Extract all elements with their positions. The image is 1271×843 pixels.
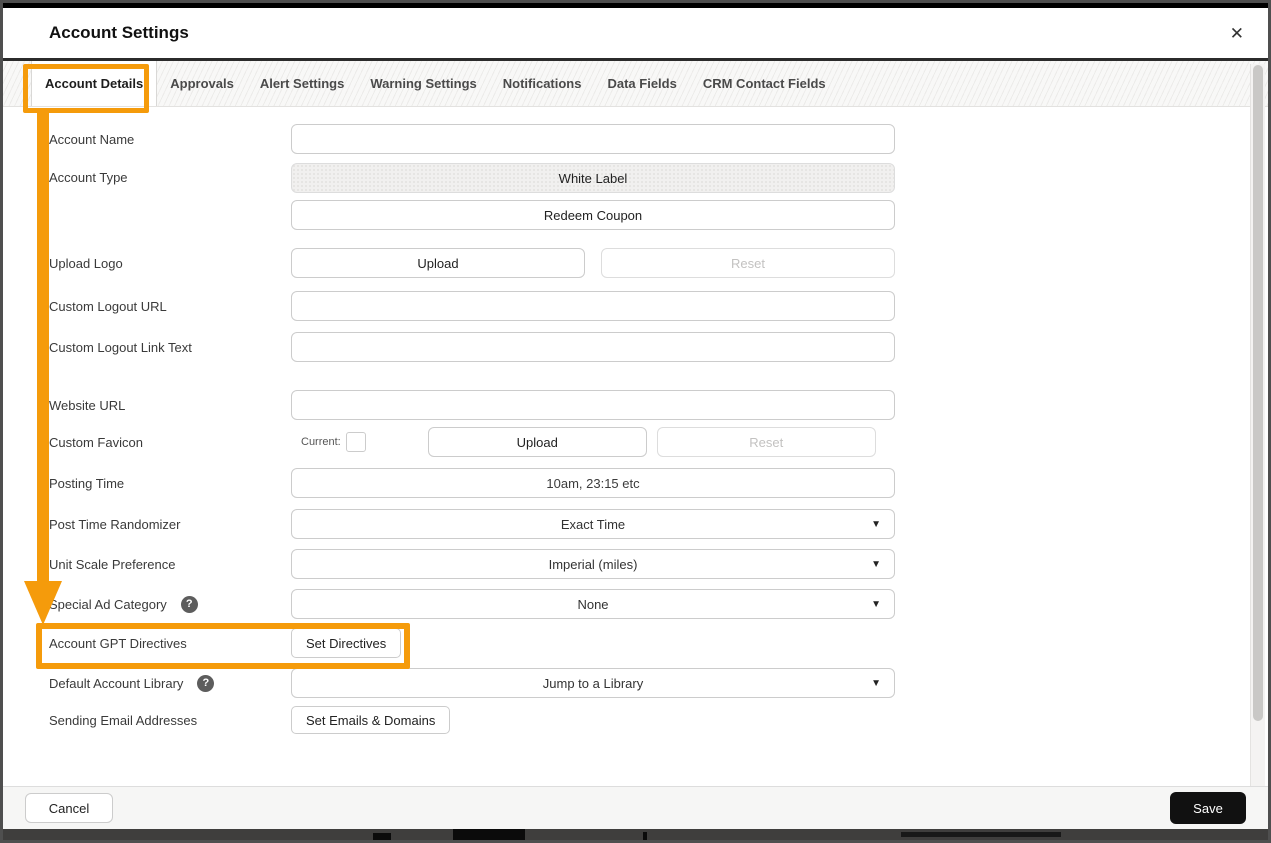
scrollbar-thumb[interactable]	[1253, 65, 1263, 721]
special-ad-category-label: Special Ad Category	[49, 597, 167, 612]
cancel-button[interactable]: Cancel	[25, 793, 113, 823]
default-account-library-select[interactable]: Jump to a Library ▼	[291, 668, 895, 698]
scrollbar-track[interactable]	[1250, 64, 1265, 786]
background-app-strip	[3, 829, 1268, 840]
account-gpt-directives-label: Account GPT Directives	[49, 636, 291, 651]
page-title: Account Settings	[49, 23, 189, 43]
custom-logout-link-text-row: Custom Logout Link Text	[3, 332, 1268, 362]
favicon-upload-button[interactable]: Upload	[428, 427, 647, 457]
white-label-button[interactable]: White Label	[291, 163, 895, 193]
posting-time-input[interactable]	[291, 468, 895, 498]
modal-header: Account Settings ✕	[3, 8, 1268, 61]
unit-scale-preference-value: Imperial (miles)	[549, 557, 638, 572]
tab-alert-settings[interactable]: Alert Settings	[247, 61, 358, 106]
special-ad-category-value: None	[577, 597, 608, 612]
favicon-preview-box	[346, 432, 366, 452]
favicon-reset-button[interactable]: Reset	[657, 427, 876, 457]
account-type-label: Account Type	[49, 163, 291, 193]
account-gpt-directives-row: Account GPT Directives Set Directives	[3, 628, 1268, 658]
sending-email-addresses-row: Sending Email Addresses Set Emails & Dom…	[3, 706, 1268, 734]
custom-favicon-label: Custom Favicon	[49, 435, 291, 450]
tab-warning-settings[interactable]: Warning Settings	[357, 61, 489, 106]
save-button[interactable]: Save	[1170, 792, 1246, 824]
account-settings-modal: Account Settings ✕ Account Details Appro…	[0, 0, 1271, 843]
tab-notifications[interactable]: Notifications	[490, 61, 595, 106]
help-icon[interactable]: ?	[197, 675, 214, 692]
favicon-current-label: Current:	[301, 436, 341, 448]
special-ad-category-row: Special Ad Category ? None ▼	[3, 589, 1268, 619]
tab-data-fields[interactable]: Data Fields	[594, 61, 689, 106]
default-account-library-label: Default Account Library	[49, 676, 183, 691]
custom-logout-url-input[interactable]	[291, 291, 895, 321]
custom-logout-link-text-input[interactable]	[291, 332, 895, 362]
post-time-randomizer-value: Exact Time	[561, 517, 625, 532]
posting-time-label: Posting Time	[49, 476, 291, 491]
unit-scale-preference-select[interactable]: Imperial (miles) ▼	[291, 549, 895, 579]
tab-bar: Account Details Approvals Alert Settings…	[3, 61, 1268, 107]
upload-logo-label: Upload Logo	[49, 256, 291, 271]
website-url-label: Website URL	[49, 398, 291, 413]
set-emails-domains-button[interactable]: Set Emails & Domains	[291, 706, 450, 734]
tab-account-details[interactable]: Account Details	[31, 61, 157, 106]
tab-approvals[interactable]: Approvals	[157, 61, 247, 106]
logo-reset-button[interactable]: Reset	[601, 248, 895, 278]
tab-crm-contact-fields[interactable]: CRM Contact Fields	[690, 61, 839, 106]
account-name-input[interactable]	[291, 124, 895, 154]
post-time-randomizer-row: Post Time Randomizer Exact Time ▼	[3, 509, 1268, 539]
redeem-coupon-button[interactable]: Redeem Coupon	[291, 200, 895, 230]
background-shape	[643, 832, 647, 840]
default-account-library-row: Default Account Library ? Jump to a Libr…	[3, 668, 1268, 698]
background-shape	[453, 829, 525, 840]
sending-email-addresses-label: Sending Email Addresses	[49, 713, 291, 728]
chevron-down-icon: ▼	[871, 678, 881, 689]
modal-footer: Cancel Save	[3, 786, 1268, 829]
account-type-row: Account Type White Label Redeem Coupon	[3, 163, 1268, 230]
custom-logout-url-label: Custom Logout URL	[49, 299, 291, 314]
post-time-randomizer-select[interactable]: Exact Time ▼	[291, 509, 895, 539]
website-url-input[interactable]	[291, 390, 895, 420]
account-name-row: Account Name	[3, 124, 1268, 154]
background-shape	[373, 833, 391, 840]
help-icon[interactable]: ?	[181, 596, 198, 613]
chevron-down-icon: ▼	[871, 559, 881, 570]
account-details-panel: Account Name Account Type White Label Re…	[3, 107, 1268, 783]
account-name-label: Account Name	[49, 132, 291, 147]
custom-logout-url-row: Custom Logout URL	[3, 291, 1268, 321]
chevron-down-icon: ▼	[871, 599, 881, 610]
unit-scale-preference-row: Unit Scale Preference Imperial (miles) ▼	[3, 549, 1268, 579]
upload-logo-row: Upload Logo Upload Reset	[3, 248, 1268, 278]
close-icon[interactable]: ✕	[1226, 23, 1248, 44]
logo-upload-button[interactable]: Upload	[291, 248, 585, 278]
background-shape	[901, 832, 1061, 837]
set-directives-button[interactable]: Set Directives	[291, 628, 401, 658]
default-account-library-value: Jump to a Library	[543, 676, 643, 691]
custom-logout-link-text-label: Custom Logout Link Text	[49, 340, 291, 355]
special-ad-category-select[interactable]: None ▼	[291, 589, 895, 619]
posting-time-row: Posting Time	[3, 468, 1268, 498]
website-url-row: Website URL	[3, 390, 1268, 420]
post-time-randomizer-label: Post Time Randomizer	[49, 517, 291, 532]
chevron-down-icon: ▼	[871, 519, 881, 530]
unit-scale-preference-label: Unit Scale Preference	[49, 557, 291, 572]
custom-favicon-row: Custom Favicon Current: Upload Reset	[3, 427, 1268, 457]
